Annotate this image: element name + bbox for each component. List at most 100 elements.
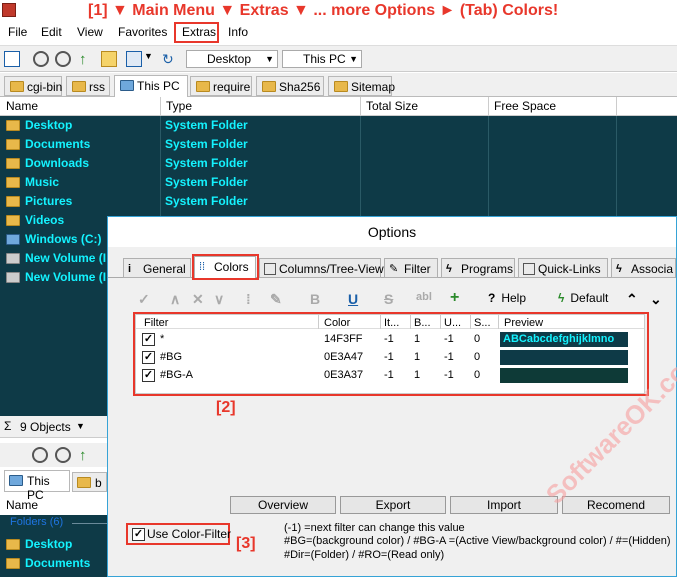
col-strike[interactable]: S... [474, 317, 491, 329]
check-icon[interactable]: ✓ [138, 291, 150, 308]
col-underline[interactable]: U... [444, 317, 461, 329]
list-item[interactable]: Desktop [0, 535, 107, 554]
table-row[interactable]: ✓ #BG 0E3A47 -1 1 -1 0 [136, 349, 644, 367]
chevron-down-icon[interactable]: ▼ [76, 421, 85, 431]
import-button[interactable]: Import [450, 496, 558, 514]
menu-info[interactable]: Info [228, 25, 248, 39]
table-row[interactable]: ✓ * 14F3FF -1 1 -1 0 ABCabcdefghijklmno [136, 331, 644, 349]
back-icon[interactable] [32, 447, 48, 463]
tab-b[interactable]: b [72, 472, 107, 492]
row-checkbox[interactable]: ✓ [142, 369, 155, 382]
menu-file[interactable]: File [8, 25, 27, 39]
move-down-icon[interactable]: ∨ [214, 291, 224, 308]
row-checkbox[interactable]: ✓ [142, 351, 155, 364]
view-mode-icon[interactable] [126, 51, 142, 67]
expand-down-icon[interactable]: ⌄ [650, 291, 662, 308]
add-icon[interactable]: + [450, 289, 459, 307]
table-row[interactable]: ✓ #BG-A 0E3A37 -1 1 -1 0 [136, 367, 644, 385]
col-filter[interactable]: Filter [144, 317, 168, 329]
col-preview[interactable]: Preview [504, 317, 543, 329]
up-icon[interactable]: ↑ [79, 447, 95, 464]
tab-associations[interactable]: ϟ Associa [611, 258, 676, 278]
tab-quick-links[interactable]: Quick-Links [518, 258, 608, 278]
layout-icon[interactable] [4, 51, 20, 67]
col-name[interactable]: Name [6, 498, 38, 512]
file-type: System Folder [165, 175, 248, 189]
chevron-down-icon[interactable]: ▼ [265, 54, 274, 64]
tab-filter[interactable]: ✎ Filter [384, 258, 438, 278]
chevron-down-icon[interactable]: ▼ [144, 51, 160, 67]
tab-this-pc[interactable]: This PC [114, 75, 188, 97]
tab-general[interactable]: i General [123, 258, 191, 278]
list-item[interactable]: Downloads System Folder [0, 154, 677, 173]
collapse-up-icon[interactable]: ⌃ [626, 291, 638, 308]
text-style-icon[interactable]: abl [416, 291, 432, 303]
cell-strike: 0 [474, 351, 481, 363]
col-total-size[interactable]: Total Size [366, 99, 418, 113]
tab-this-pc-lower[interactable]: This PC [4, 470, 70, 502]
list-item[interactable]: Music System Folder [0, 173, 677, 192]
tab-cgi-bin[interactable]: cgi-bin [4, 76, 62, 96]
export-button[interactable]: Export [340, 496, 446, 514]
list-item[interactable]: Pictures System Folder [0, 192, 677, 211]
drive-icon [6, 234, 20, 245]
bold-icon[interactable]: B [310, 291, 320, 307]
checkbox-box[interactable]: ✓ [132, 528, 145, 542]
chevron-down-icon[interactable]: ▼ [349, 54, 358, 64]
underline-icon[interactable]: U [348, 291, 358, 307]
cell-color: 0E3A37 [324, 369, 364, 381]
tab-sha256[interactable]: Sha256 [256, 76, 324, 96]
back-icon[interactable] [33, 51, 49, 67]
tab-programs[interactable]: ϟ Programs [441, 258, 515, 278]
note-line: #Dir=(Folder) / #RO=(Read only) [284, 549, 445, 561]
pen-icon[interactable]: ✎ [270, 291, 282, 308]
file-name: New Volume (I [25, 270, 107, 284]
row-checkbox[interactable]: ✓ [142, 333, 155, 346]
cell-preview: ABCabcdefghijklmno [500, 332, 628, 347]
list-item[interactable]: Documents System Folder [0, 135, 677, 154]
list-item[interactable]: Desktop System Folder [0, 116, 677, 135]
default-button[interactable]: ϟ Default [558, 291, 608, 305]
overview-button[interactable]: Overview [230, 496, 336, 514]
refresh-icon[interactable]: ↻ [162, 51, 178, 67]
note-line: #BG=(background color) / #BG-A =(Active … [284, 535, 671, 547]
sum-icon: Σ [4, 419, 12, 433]
recomend-button[interactable]: Recomend [562, 496, 670, 514]
col-name[interactable]: Name [6, 99, 38, 113]
col-free-space[interactable]: Free Space [494, 99, 556, 113]
forward-icon[interactable] [55, 447, 71, 463]
cell-filter: #BG-A [160, 369, 194, 381]
col-bold[interactable]: B... [414, 317, 431, 329]
menu-bar: File Edit View Favorites Extras Info [0, 22, 677, 44]
menu-favorites[interactable]: Favorites [118, 25, 167, 39]
menu-view[interactable]: View [77, 25, 103, 39]
col-type[interactable]: Type [166, 99, 192, 113]
forward-icon[interactable] [55, 51, 71, 67]
strikethrough-icon[interactable]: S [384, 291, 393, 307]
help-button[interactable]: ? Help [488, 291, 526, 305]
tab-sitemap[interactable]: Sitemap [328, 76, 396, 96]
address-thispc[interactable]: This PC ▼ [282, 50, 362, 68]
tab-rss[interactable]: rss [66, 76, 110, 96]
use-color-filter-checkbox[interactable]: ✓ Use Color-Filter [132, 527, 231, 542]
file-name: Documents [25, 137, 91, 151]
tab-require[interactable]: require [190, 76, 252, 96]
delete-icon[interactable]: ✕ [192, 291, 204, 308]
address-desktop[interactable]: Desktop ▼ [186, 50, 278, 68]
new-folder-icon[interactable] [101, 51, 117, 67]
tab-label: rss [89, 80, 105, 94]
up-icon[interactable]: ↑ [79, 51, 95, 68]
lightning-icon: ϟ [446, 263, 452, 275]
menu-edit[interactable]: Edit [41, 25, 62, 39]
grid-icon[interactable]: ⁞ [246, 291, 251, 307]
col-color[interactable]: Color [324, 317, 350, 329]
cell-color: 0E3A47 [324, 351, 364, 363]
col-italic[interactable]: It... [384, 317, 399, 329]
move-up-icon[interactable]: ∧ [170, 291, 180, 308]
tab-label: General [143, 262, 186, 276]
list-item[interactable]: Documents [0, 554, 107, 573]
tab-label: Sitemap [351, 80, 396, 94]
tab-label: Programs [461, 262, 514, 276]
tab-columns-tree-view[interactable]: Columns/Tree-View [259, 258, 384, 278]
file-type: System Folder [165, 194, 248, 208]
